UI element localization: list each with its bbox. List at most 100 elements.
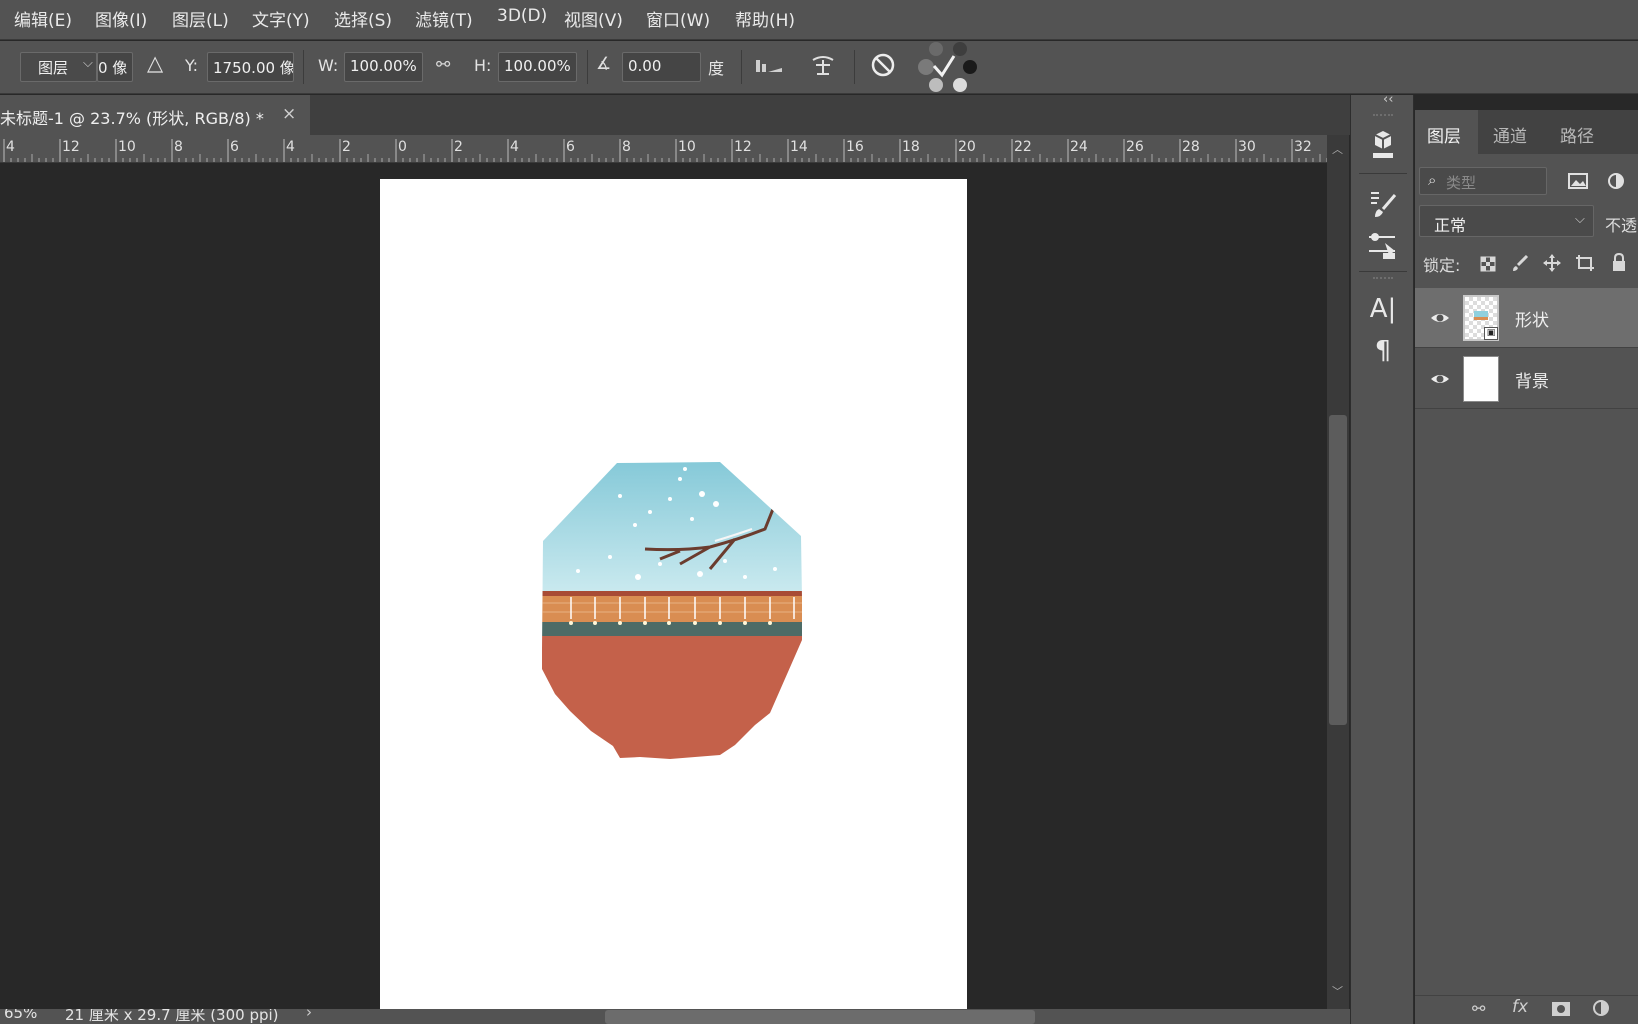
character-panel-icon[interactable]: A| [1365, 291, 1401, 327]
ruler-label: 6 [230, 139, 239, 155]
ruler-label: 4 [286, 139, 295, 155]
menu-edit[interactable]: 编辑(E) [14, 6, 72, 31]
add-mask-icon[interactable] [1552, 1001, 1570, 1016]
ruler-label: 2 [454, 139, 463, 155]
lock-position-icon[interactable] [1543, 254, 1561, 272]
ruler-label: 14 [790, 139, 808, 155]
close-icon[interactable]: × [282, 104, 296, 124]
ruler-label: 20 [958, 139, 976, 155]
horizontal-scroll-thumb[interactable] [605, 1010, 1035, 1024]
octagon-artwork[interactable] [380, 179, 967, 1009]
link-icon[interactable]: ⚯ [436, 55, 450, 75]
document-info: 21 厘米 x 29.7 厘米 (300 ppi) [65, 1009, 279, 1024]
blend-mode-dropdown[interactable]: 正常 ⌵ [1419, 205, 1594, 237]
ruler-label: 24 [1070, 139, 1088, 155]
document-canvas[interactable] [380, 179, 967, 1009]
menu-image[interactable]: 图像(I) [95, 6, 147, 31]
separator [587, 50, 588, 84]
adjustment-filter-icon[interactable] [1607, 172, 1625, 190]
ruler-label: 18 [902, 139, 920, 155]
panel-grip[interactable] [1373, 277, 1393, 283]
ruler-label: 12 [734, 139, 752, 155]
options-bar: 图层 ⌵ 0 像 △ Y: 1750.00 像 W: 100.00% ⚯ H: … [0, 41, 1638, 94]
visibility-eye-icon[interactable] [1430, 369, 1450, 389]
layer-filter-dropdown[interactable]: ⌕ 类型 [1419, 167, 1547, 195]
ruler-label: 6 [566, 139, 575, 155]
lock-transparency-icon[interactable] [1480, 256, 1496, 272]
reference-dropdown[interactable]: 图层 ⌵ [20, 52, 97, 82]
menu-window[interactable]: 窗口(W) [646, 6, 710, 31]
document-tab-bar: 未标题-1 @ 23.7% (形状, RGB/8) * × [0, 95, 1350, 135]
y-field[interactable]: 1750.00 像 [207, 52, 294, 82]
ruler-label: 12 [62, 139, 80, 155]
ruler-label: 10 [118, 139, 136, 155]
ruler-label: 8 [622, 139, 631, 155]
scroll-up-icon[interactable]: ︿ [1332, 141, 1343, 157]
menu-type[interactable]: 文字(Y) [252, 6, 310, 31]
tab-paths[interactable]: 路径 [1560, 122, 1594, 147]
collapse-panel-icon[interactable]: ‹‹ [1383, 92, 1393, 107]
lock-all-icon[interactable] [1611, 252, 1627, 272]
angle-icon: ∡ [596, 54, 612, 74]
menu-3d[interactable]: 3D(D) [497, 6, 547, 26]
canvas-area[interactable] [0, 163, 1332, 1009]
separator [1359, 271, 1407, 272]
status-menu-arrow[interactable]: › [306, 1009, 312, 1021]
image-filter-icon[interactable] [1568, 173, 1588, 189]
h-field[interactable]: 100.00% [498, 52, 577, 82]
lock-artboard-icon[interactable] [1575, 254, 1595, 272]
document-tab-title: 未标题-1 @ 23.7% (形状, RGB/8) * [0, 109, 264, 128]
separator [1359, 173, 1407, 174]
layer-name[interactable]: 形状 [1515, 306, 1549, 331]
horizontal-ruler: 4 12 10 8 6 4 2 0 2 4 6 8 10 12 14 16 18 20 22 24 26 28 30 32 [0, 135, 1332, 163]
visibility-eye-icon[interactable] [1430, 308, 1450, 328]
document-tab[interactable]: 未标题-1 @ 23.7% (形状, RGB/8) * × [0, 95, 310, 135]
ruler-label: 4 [6, 139, 15, 155]
link-layers-icon[interactable]: ⚯ [1472, 999, 1485, 1018]
layer-thumbnail [1463, 356, 1499, 402]
delta-icon[interactable]: △ [147, 51, 163, 75]
y-label: Y: [185, 56, 199, 75]
interpolation-icon[interactable] [755, 56, 783, 74]
ruler-label: 30 [1238, 139, 1256, 155]
menu-view[interactable]: 视图(V) [564, 6, 623, 31]
h-label: H: [474, 56, 492, 75]
layer-style-fx-icon[interactable]: fx [1512, 997, 1528, 1017]
commit-checkmark-icon[interactable] [914, 42, 980, 92]
cancel-icon[interactable] [870, 52, 896, 78]
panel-tool-strip: A| ¶ [1350, 95, 1414, 1024]
menu-layer[interactable]: 图层(L) [172, 6, 229, 31]
angle-field[interactable]: 0.00 [622, 52, 701, 82]
zoom-level[interactable]: 65% [4, 1009, 37, 1022]
warp-icon[interactable] [810, 52, 836, 78]
tab-channels[interactable]: 通道 [1493, 122, 1527, 147]
3d-cube-icon[interactable] [1365, 127, 1401, 163]
smart-object-icon: ▣ [1484, 327, 1498, 340]
w-field[interactable]: 100.00% [344, 52, 423, 82]
adjustment-layer-icon[interactable] [1592, 999, 1610, 1017]
menu-help[interactable]: 帮助(H) [735, 6, 795, 31]
ruler-label: 22 [1014, 139, 1032, 155]
lock-pixels-icon[interactable] [1511, 254, 1529, 272]
ruler-label: 32 [1294, 139, 1312, 155]
ruler-label: 28 [1182, 139, 1200, 155]
menu-filter[interactable]: 滤镜(T) [415, 6, 473, 31]
vertical-scroll-thumb[interactable] [1329, 415, 1347, 725]
separator [741, 50, 742, 84]
menu-select[interactable]: 选择(S) [334, 6, 392, 31]
reference-label: 图层 [38, 59, 69, 77]
search-icon: ⌕ [1428, 171, 1437, 189]
layer-row-background[interactable]: 背景 [1415, 349, 1638, 409]
brush-settings-icon[interactable] [1365, 187, 1401, 223]
ruler-label: 0 [398, 139, 407, 155]
lock-label: 锁定: [1423, 256, 1461, 275]
layer-name[interactable]: 背景 [1515, 367, 1549, 392]
paragraph-panel-icon[interactable]: ¶ [1365, 333, 1401, 369]
panel-grip[interactable] [1373, 114, 1393, 120]
brush-presets-icon[interactable] [1365, 229, 1401, 265]
scroll-down-icon[interactable]: ﹀ [1332, 983, 1343, 999]
opacity-label: 不透 [1605, 216, 1638, 235]
layer-row-shape[interactable]: ▣ 形状 [1415, 288, 1638, 348]
x-field[interactable]: 0 像 [97, 52, 133, 82]
tab-layers[interactable]: 图层 [1427, 122, 1461, 147]
